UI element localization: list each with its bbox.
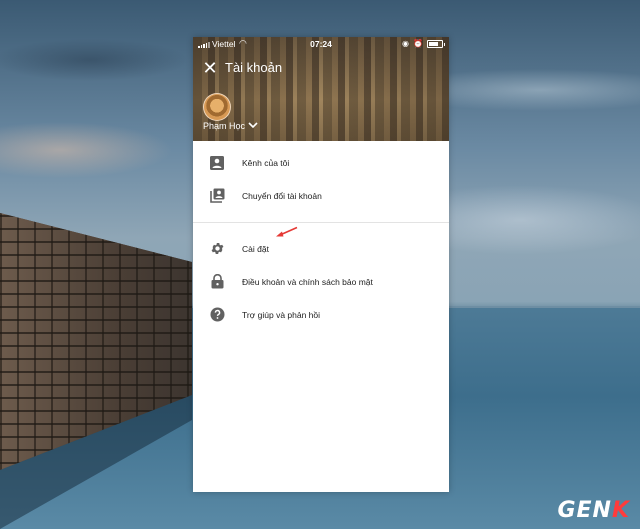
gear-icon — [209, 241, 225, 257]
menu-item-switch-account[interactable]: Chuyển đổi tài khoản — [193, 179, 449, 212]
phone-screen: Viettel ◠ 07:24 ◉ ⏰ ✕ Tài khoản Phạm Học… — [193, 37, 449, 492]
help-circle-icon — [209, 307, 225, 323]
menu-item-label: Kênh của tôi — [242, 157, 290, 168]
page-title: Tài khoản — [225, 60, 283, 75]
switch-account-icon — [209, 188, 225, 204]
avatar[interactable] — [203, 93, 231, 121]
menu-item-label: Trợ giúp và phản hồi — [242, 309, 321, 320]
chevron-down-icon[interactable] — [248, 121, 258, 132]
menu-item-my-channel[interactable]: Kênh của tôi — [193, 146, 449, 179]
alarm-icon: ⏰ — [413, 39, 423, 48]
genk-logo: GENK — [557, 498, 630, 523]
account-name[interactable]: Phạm Học — [203, 121, 245, 131]
menu-item-help-feedback[interactable]: Trợ giúp và phản hồi — [193, 298, 449, 331]
menu-item-label: Cài đặt — [242, 243, 269, 254]
lock-icon — [209, 274, 225, 290]
menu-item-terms-privacy[interactable]: Điều khoản và chính sách bảo mật — [193, 265, 449, 298]
status-bar: Viettel ◠ 07:24 ◉ ⏰ — [193, 37, 449, 51]
battery-icon — [427, 39, 445, 48]
location-icon: ◉ — [402, 39, 410, 48]
menu-divider — [193, 222, 449, 223]
menu-item-settings[interactable]: Cài đặt — [193, 232, 449, 265]
account-menu: Kênh của tôi Chuyển đổi tài khoản Cài đặ… — [193, 141, 449, 331]
menu-item-label: Điều khoản và chính sách bảo mật — [242, 276, 373, 287]
menu-item-label: Chuyển đổi tài khoản — [242, 190, 322, 201]
close-icon[interactable]: ✕ — [199, 57, 221, 79]
annotation-arrow — [276, 226, 298, 237]
person-box-icon — [209, 155, 225, 171]
